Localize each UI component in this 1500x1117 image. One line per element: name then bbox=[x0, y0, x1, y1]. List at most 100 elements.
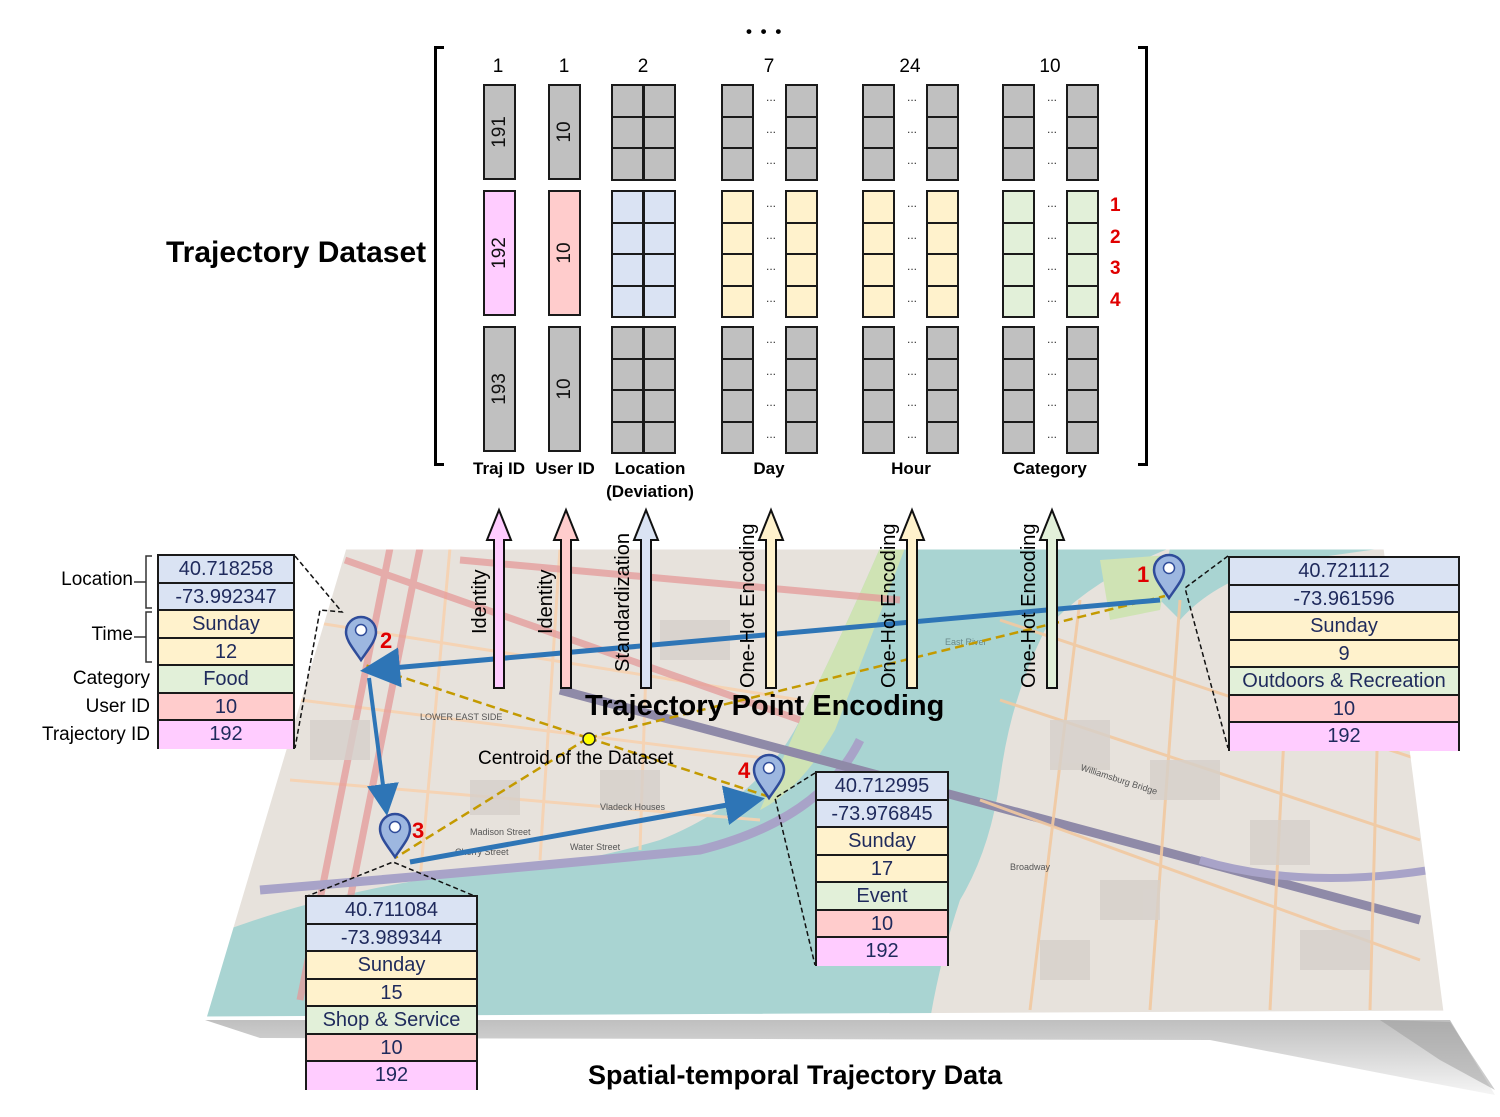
category-value: Shop & Service bbox=[307, 1007, 476, 1035]
row-number: 2 bbox=[1110, 227, 1121, 248]
cat-cell bbox=[1066, 284, 1099, 318]
dim-label: 24 bbox=[899, 56, 921, 77]
point-info-box-2: 40.718258 -73.992347 Sunday 12 Food 10 1… bbox=[157, 554, 295, 749]
cat-cell bbox=[1002, 190, 1035, 224]
row-number: 1 bbox=[1110, 195, 1121, 216]
loc-cell bbox=[643, 420, 676, 454]
user-id-cell: 10 bbox=[548, 84, 581, 180]
day-value: Sunday bbox=[1230, 613, 1458, 641]
loc-cell bbox=[611, 147, 644, 181]
hour-cell bbox=[926, 190, 959, 224]
lon-value: -73.961596 bbox=[1230, 585, 1458, 613]
dim-label: 10 bbox=[1039, 56, 1061, 77]
day-cell bbox=[785, 115, 818, 149]
ellipsis-icon: ... bbox=[1046, 426, 1057, 441]
ellipsis-icon: ... bbox=[1046, 90, 1057, 104]
day-cell bbox=[721, 357, 754, 391]
day-cell bbox=[721, 420, 754, 454]
day-cell bbox=[785, 389, 818, 423]
cat-cell bbox=[1066, 253, 1099, 287]
hour-cell bbox=[926, 253, 959, 287]
loc-cell bbox=[611, 221, 644, 255]
loc-cell bbox=[643, 190, 676, 224]
ellipsis-icon: ... bbox=[1046, 259, 1057, 273]
day-cell bbox=[785, 284, 818, 318]
point-info-box-4: 40.712995 -73.976845 Sunday 17 Event 10 … bbox=[815, 771, 949, 966]
ellipsis-icon: ... bbox=[1046, 363, 1057, 378]
map-title: Spatial-temporal Trajectory Data bbox=[588, 1060, 1003, 1090]
ellipsis-icon: ... bbox=[906, 395, 917, 409]
cat-cell bbox=[1002, 357, 1035, 391]
cat-cell bbox=[1066, 115, 1099, 149]
lon-value: -73.989344 bbox=[307, 924, 476, 952]
hour-cell bbox=[862, 284, 895, 318]
ellipsis-icon: ... bbox=[765, 259, 776, 273]
loc-cell bbox=[611, 284, 644, 318]
ellipsis-icon: ... bbox=[765, 395, 776, 409]
ellipsis-icon: ... bbox=[906, 363, 917, 378]
loc-cell bbox=[643, 115, 676, 149]
ellipsis-icon: ... bbox=[765, 121, 776, 136]
hour-cell bbox=[862, 190, 895, 224]
ellipsis-icon: ... bbox=[906, 90, 917, 104]
user-id-value: 10 bbox=[159, 693, 293, 721]
traj-id-cell: 193 bbox=[483, 326, 516, 452]
category-value: Outdoors & Recreation bbox=[1230, 668, 1458, 696]
loc-cell bbox=[611, 115, 644, 149]
cat-cell bbox=[1002, 147, 1035, 181]
day-cell bbox=[721, 190, 754, 224]
day-cell bbox=[721, 115, 754, 149]
loc-cell bbox=[643, 326, 676, 360]
hour-value: 15 bbox=[307, 979, 476, 1007]
left-bracket bbox=[434, 46, 444, 466]
legend-time: Time bbox=[91, 624, 133, 645]
column-label-day: Day bbox=[753, 459, 785, 478]
encoding-label: One-Hot Encoding bbox=[1018, 523, 1040, 688]
legend-user-id: User ID bbox=[85, 696, 150, 717]
day-cell bbox=[785, 357, 818, 391]
point-info-box-1: 40.721112 -73.961596 Sunday 9 Outdoors &… bbox=[1228, 556, 1460, 751]
day-cell bbox=[785, 190, 818, 224]
day-cell bbox=[785, 84, 818, 118]
day-cell bbox=[785, 420, 818, 454]
day-cell bbox=[785, 221, 818, 255]
hour-cell bbox=[862, 253, 895, 287]
loc-cell bbox=[611, 326, 644, 360]
cat-cell bbox=[1066, 389, 1099, 423]
ellipsis-icon: • • • bbox=[746, 22, 784, 41]
user-id-value: 10 bbox=[817, 910, 947, 938]
hour-value: 12 bbox=[159, 638, 293, 666]
cat-cell bbox=[1066, 326, 1099, 360]
user-id-value: 10 bbox=[1230, 695, 1458, 723]
ellipsis-icon: ... bbox=[765, 426, 776, 441]
day-value: Sunday bbox=[159, 611, 293, 639]
ellipsis-icon: ... bbox=[765, 196, 776, 210]
day-cell bbox=[721, 253, 754, 287]
lat-value: 40.711084 bbox=[307, 897, 476, 925]
loc-cell bbox=[611, 190, 644, 224]
right-bracket bbox=[1138, 46, 1148, 466]
ellipsis-icon: ... bbox=[1046, 196, 1057, 210]
cat-cell bbox=[1002, 326, 1035, 360]
day-value: Sunday bbox=[307, 952, 476, 980]
day-cell bbox=[785, 253, 818, 287]
hour-cell bbox=[926, 115, 959, 149]
column-label-user-id: User ID bbox=[535, 459, 595, 478]
cat-cell bbox=[1002, 389, 1035, 423]
hour-cell bbox=[862, 147, 895, 181]
point-info-box-3: 40.711084 -73.989344 Sunday 15 Shop & Se… bbox=[305, 895, 478, 1090]
cat-cell bbox=[1066, 420, 1099, 454]
user-id-cell: 10 bbox=[548, 326, 581, 452]
ellipsis-icon: ... bbox=[1046, 227, 1057, 242]
encoding-label: One-Hot Encoding bbox=[878, 523, 900, 688]
column-label-subtext: (Deviation) bbox=[606, 482, 694, 501]
cat-cell bbox=[1002, 115, 1035, 149]
lon-value: -73.992347 bbox=[159, 583, 293, 611]
day-cell bbox=[721, 284, 754, 318]
day-cell bbox=[785, 326, 818, 360]
ellipsis-icon: ... bbox=[906, 426, 917, 441]
loc-cell bbox=[643, 357, 676, 391]
row-number: 4 bbox=[1110, 290, 1121, 311]
ellipsis-icon: ... bbox=[1046, 153, 1057, 167]
day-cell bbox=[785, 147, 818, 181]
